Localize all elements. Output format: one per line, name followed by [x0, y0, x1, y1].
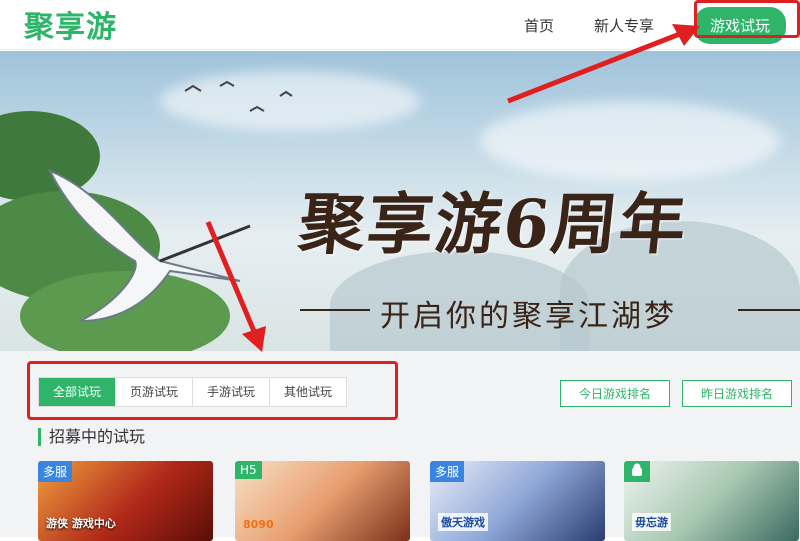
ranking-buttons: 今日游戏排名 昨日游戏排名 [560, 380, 792, 407]
game-card[interactable]: H5 8090 [235, 461, 410, 541]
site-logo[interactable]: 聚享游 [24, 2, 117, 46]
subtitle-ornament-right [738, 309, 800, 311]
highlight-box-game-trial [694, 0, 800, 38]
android-badge [624, 461, 650, 482]
card-caption: 8090 [243, 518, 274, 531]
highlight-box-tabs [27, 361, 398, 420]
card-badge: H5 [235, 461, 262, 479]
card-badge: 多服 [38, 461, 73, 482]
birds-decoration [184, 80, 293, 112]
card-caption: 毋忘游 [632, 513, 671, 531]
android-icon [632, 463, 642, 476]
today-ranking-button[interactable]: 今日游戏排名 [560, 380, 670, 407]
game-card[interactable]: 多服 傲天游戏 [430, 461, 605, 541]
cloud-decoration [480, 101, 780, 181]
hero-banner[interactable]: 聚享游6周年 开启你的聚享江湖梦 [0, 51, 800, 351]
nav-home[interactable]: 首页 [524, 15, 554, 36]
banner-subtitle: 开启你的聚享江湖梦 [380, 299, 677, 334]
nav-new-user[interactable]: 新人专享 [594, 15, 654, 36]
crane-illustration [47, 169, 251, 322]
yesterday-ranking-button[interactable]: 昨日游戏排名 [682, 380, 792, 407]
top-navigation: 聚享游 首页 新人专享 游戏试玩 [0, 0, 800, 50]
banner-title: 聚享游6周年 [295, 185, 692, 263]
card-caption: 游侠 游戏中心 [46, 517, 116, 530]
game-card[interactable]: 毋忘游 [624, 461, 799, 541]
card-badge: 多服 [430, 461, 465, 482]
section-title: 招募中的试玩 [38, 428, 145, 446]
game-card[interactable]: 多服 游侠 游戏中心 [38, 461, 213, 541]
card-caption: 傲天游戏 [438, 513, 488, 531]
subtitle-ornament-left [300, 309, 370, 311]
